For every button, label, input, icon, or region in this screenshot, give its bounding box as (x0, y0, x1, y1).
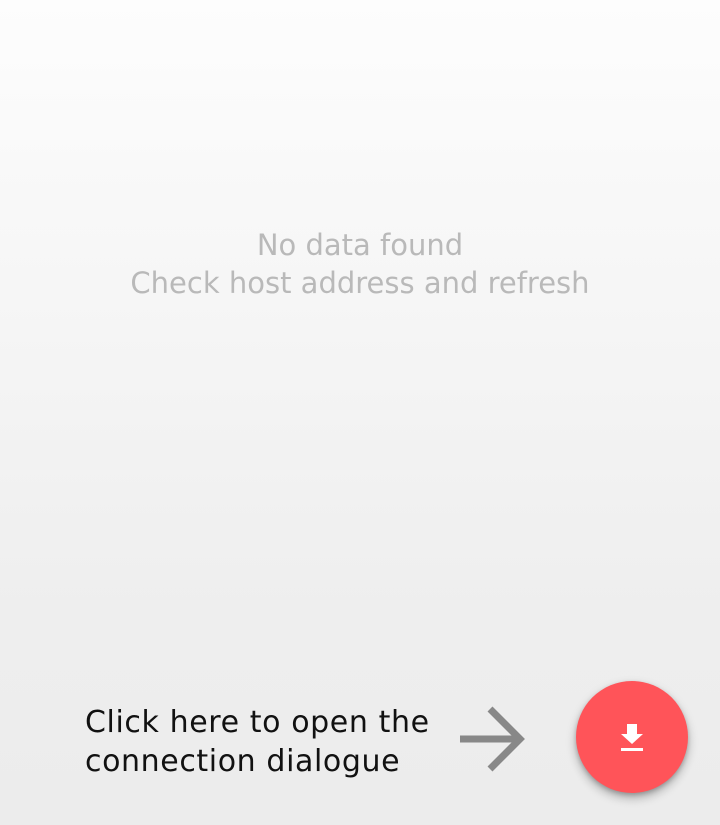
open-connection-dialog-button[interactable] (576, 681, 688, 793)
empty-state: No data found Check host address and ref… (0, 226, 720, 302)
arrow-right-icon (460, 706, 525, 772)
connection-hint: Click here to open the connection dialog… (85, 703, 430, 781)
download-icon (621, 724, 643, 751)
empty-state-title: No data found (256, 228, 464, 262)
connection-hint-line-1: Click here to open the (85, 705, 430, 740)
connection-hint-line-2: connection dialogue (85, 744, 401, 779)
empty-state-message: Check host address and refresh (130, 266, 590, 300)
